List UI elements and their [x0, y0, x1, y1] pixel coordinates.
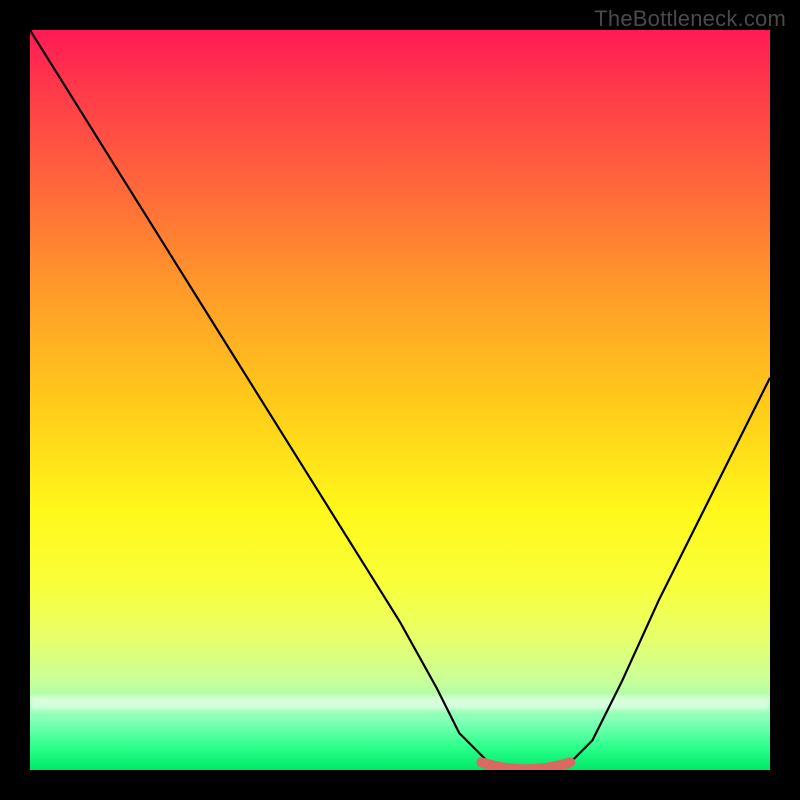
bottleneck-curve [30, 30, 770, 766]
plot-area [30, 30, 770, 770]
curve-layer [30, 30, 770, 770]
chart-frame: TheBottleneck.com [0, 0, 800, 800]
watermark-text: TheBottleneck.com [594, 6, 786, 32]
optimal-range-marker [481, 762, 570, 769]
